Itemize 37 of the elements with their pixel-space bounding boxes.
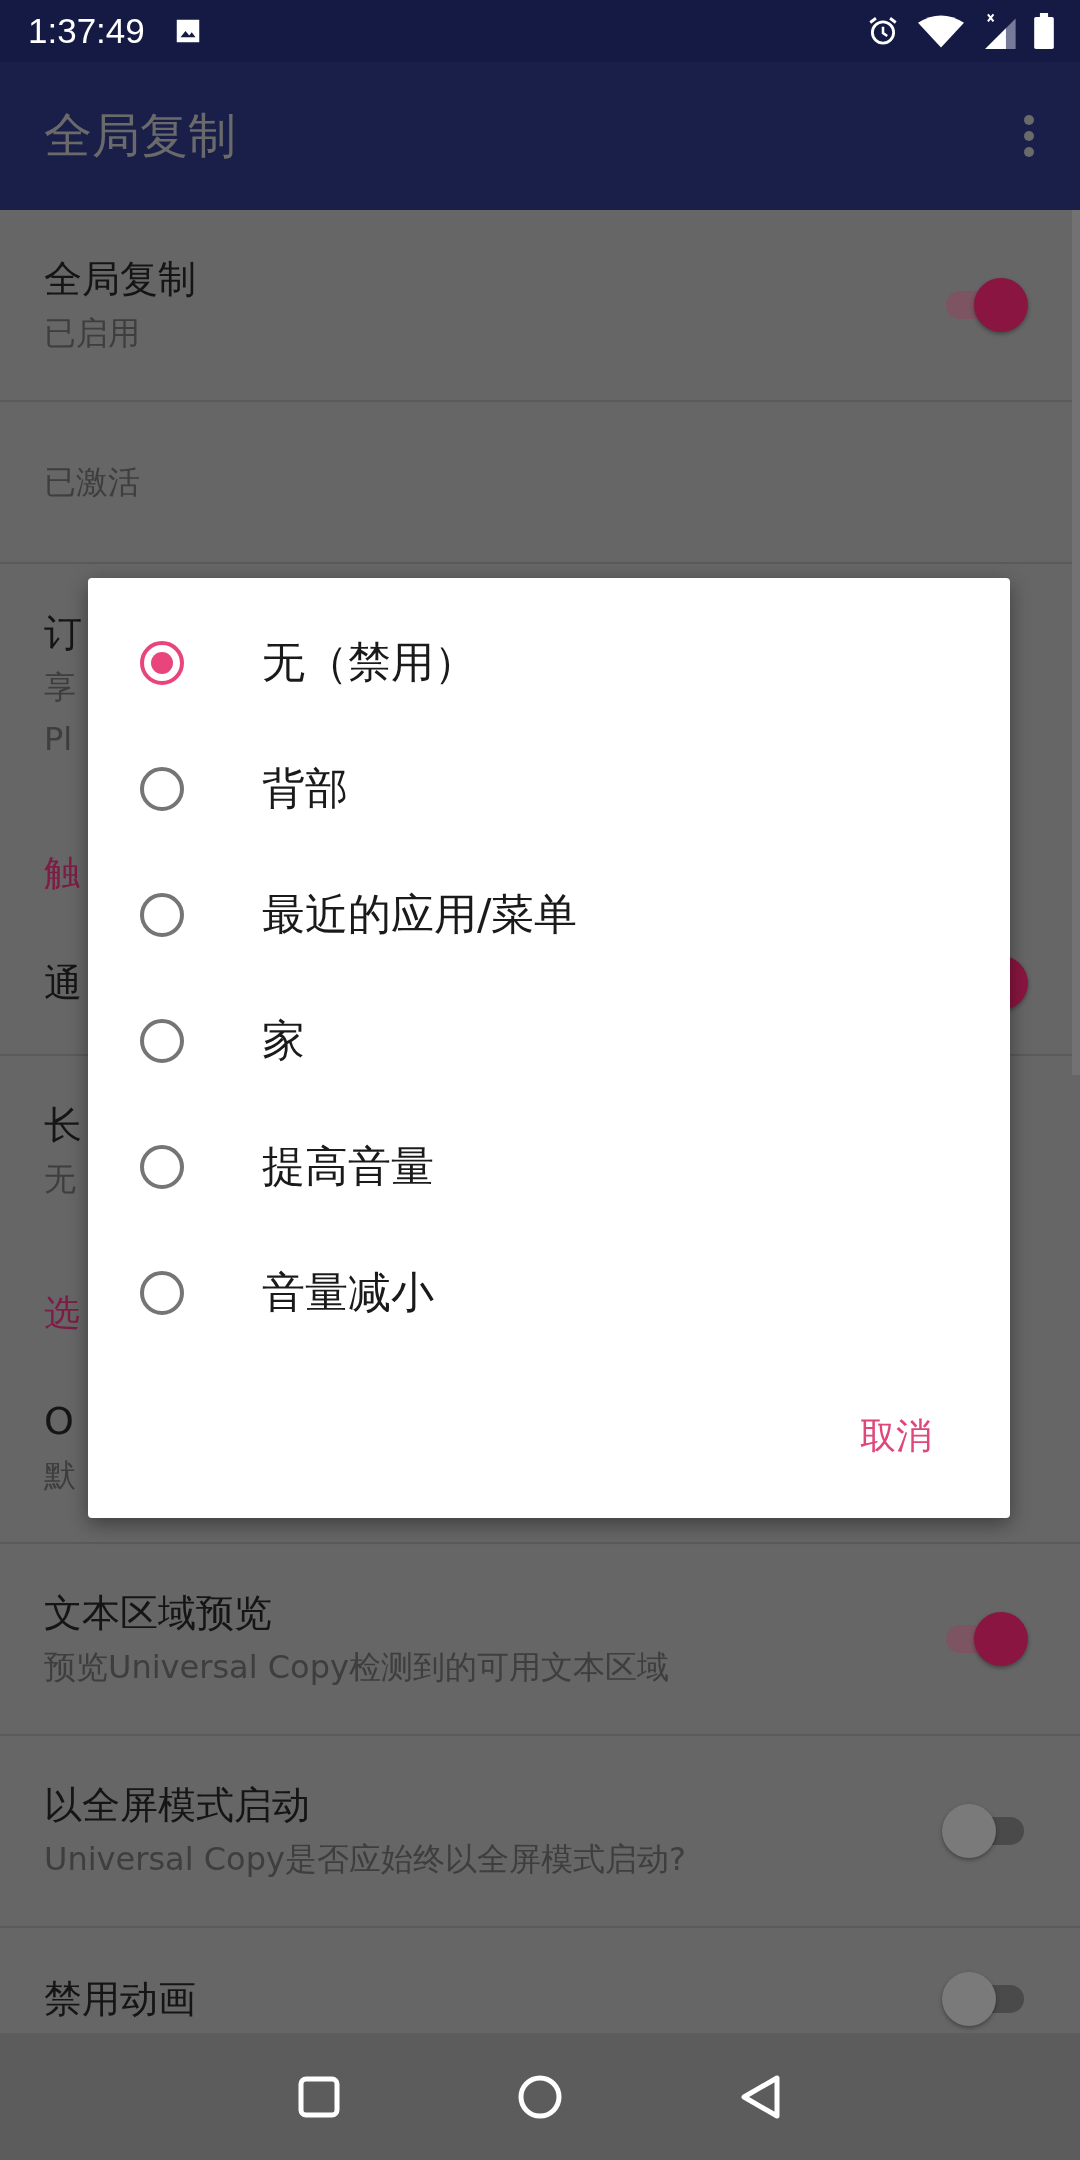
- radio-option[interactable]: 无（禁用）: [88, 600, 1010, 726]
- option-label: 无（禁用）: [262, 636, 477, 689]
- radio-button[interactable]: [140, 1019, 184, 1063]
- wifi-icon: [918, 14, 964, 48]
- radio-option[interactable]: 提高音量: [88, 1104, 1010, 1230]
- radio-button[interactable]: [140, 893, 184, 937]
- option-label: 家: [262, 1014, 305, 1067]
- home-icon[interactable]: [517, 2073, 563, 2120]
- radio-option[interactable]: 最近的应用/菜单: [88, 852, 1010, 978]
- section-header: 触: [44, 852, 80, 893]
- radio-option[interactable]: 背部: [88, 726, 1010, 852]
- more-options-icon[interactable]: [1022, 114, 1036, 158]
- battery-icon: [1034, 13, 1054, 49]
- radio-button[interactable]: [140, 1271, 184, 1315]
- setting-title: 文本区域预览: [44, 1590, 272, 1637]
- setting-title: O: [44, 1398, 74, 1445]
- setting-title: 订: [44, 610, 82, 657]
- radio-option[interactable]: 家: [88, 978, 1010, 1104]
- setting-title: 长: [44, 1102, 82, 1149]
- radio-button[interactable]: [140, 641, 184, 685]
- option-label: 音量减小: [262, 1266, 434, 1319]
- setting-title: 通: [44, 960, 82, 1007]
- setting-title: 禁用动画: [44, 1976, 196, 2023]
- status-time: 1:37:49: [28, 11, 145, 51]
- option-label: 最近的应用/菜单: [262, 888, 578, 941]
- radio-button[interactable]: [140, 767, 184, 811]
- option-label: 提高音量: [262, 1140, 434, 1193]
- recents-icon[interactable]: [297, 2074, 341, 2119]
- option-label: 背部: [262, 762, 348, 815]
- radio-option[interactable]: 音量减小: [88, 1230, 1010, 1356]
- section-header: 选: [44, 1292, 80, 1333]
- cancel-button[interactable]: 取消: [842, 1402, 950, 1471]
- setting-title: 全局复制: [44, 256, 196, 303]
- back-icon[interactable]: [739, 2073, 783, 2120]
- radio-button[interactable]: [140, 1145, 184, 1189]
- app-title: 全局复制: [44, 106, 236, 165]
- setting-title: 以全屏模式启动: [44, 1782, 310, 1829]
